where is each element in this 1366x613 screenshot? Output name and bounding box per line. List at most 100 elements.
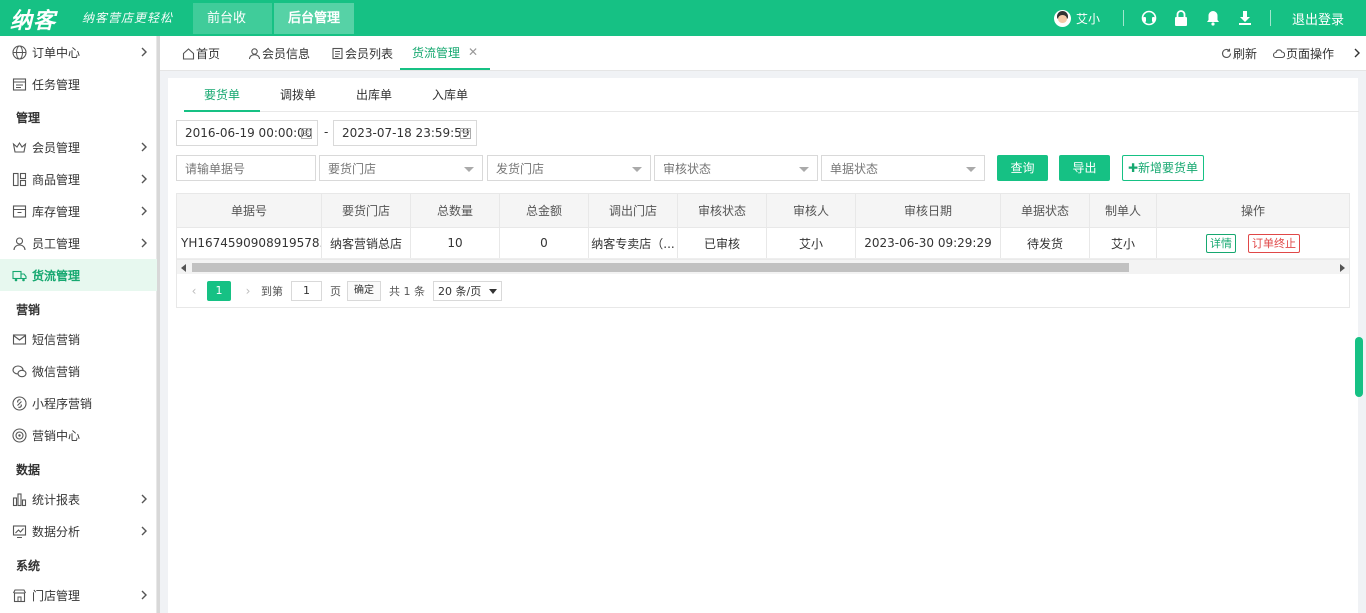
sidebar-item-label: 数据分析 [32, 524, 81, 539]
table-horizontal-scrollbar[interactable] [177, 259, 1349, 274]
tab-member-info[interactable]: 会员信息 [248, 36, 310, 70]
sidebar-item-staff[interactable]: 员工管理 [0, 227, 157, 259]
add-requisition-button[interactable]: ✚新增要货单 [1122, 155, 1204, 181]
top-tab-backend[interactable]: 后台管理 [274, 3, 354, 34]
query-button[interactable]: 查询 [997, 155, 1048, 181]
sidebar-item-label: 库存管理 [32, 204, 81, 219]
page-tab-bar: 首页 会员信息 会员列表 货流管理 ✕ 刷新 页面操作 [160, 36, 1366, 71]
pagination: ‹ 1 › 到第 1 页 确定 共 1 条 20 条/页 [177, 275, 1349, 307]
sidebar-item-inventory[interactable]: 库存管理 [0, 195, 157, 227]
sidebar-group-marketing: 营销 [16, 303, 41, 317]
col-audit-status: 审核状态 [678, 194, 767, 227]
refresh-button[interactable]: 刷新 [1221, 45, 1257, 62]
cell-doc-status: 待发货 [1001, 228, 1090, 258]
sidebar-item-analysis[interactable]: 数据分析 [0, 515, 157, 547]
chevron-right-icon [141, 142, 147, 152]
cell-auditor: 艾小 [767, 228, 856, 258]
cell-req-store: 纳客营销总店 [322, 228, 411, 258]
tab-home[interactable]: 首页 [182, 36, 220, 70]
col-qty: 总数量 [411, 194, 500, 227]
export-button[interactable]: 导出 [1059, 155, 1110, 181]
user-menu[interactable]: 艾小 [1053, 9, 1100, 27]
sidebar-item-tasks[interactable]: 任务管理 [0, 68, 157, 100]
date-start-input[interactable]: 2016-06-19 00:00:00 [176, 120, 318, 146]
doc-status-select[interactable]: 单据状态 [821, 155, 985, 181]
audit-status-select[interactable]: 审核状态 [654, 155, 818, 181]
sidebar-item-stores[interactable]: 门店管理 [0, 579, 157, 611]
date-start-value: 2016-06-19 00:00:00 [185, 126, 313, 140]
main-content: 要货单 调拨单 出库单 入库单 2016-06-19 00:00:00 - 20… [168, 78, 1359, 613]
chevron-right-icon [141, 174, 147, 184]
sidebar: 订单中心 任务管理 管理 会员管理 商品管理 库存管理 员工管理 货流管理 营销… [0, 36, 157, 613]
date-separator: - [324, 125, 329, 139]
sidebar-item-reports[interactable]: 统计报表 [0, 483, 157, 515]
prev-page-icon[interactable]: ‹ [187, 284, 201, 298]
sidebar-item-products[interactable]: 商品管理 [0, 163, 157, 195]
sidebar-item-orders[interactable]: 订单中心 [0, 36, 157, 68]
current-page[interactable]: 1 [207, 281, 231, 301]
sidebar-item-miniprogram[interactable]: 小程序营销 [0, 387, 157, 419]
sidebar-item-sms[interactable]: 短信营销 [0, 323, 157, 355]
download-icon[interactable] [1237, 10, 1253, 26]
page-input[interactable]: 1 [291, 281, 322, 301]
logout-button[interactable]: 退出登录 [1292, 9, 1344, 28]
order-no-placeholder: 请输单据号 [185, 161, 246, 176]
date-end-value: 2023-07-18 23:59:59 [342, 126, 470, 140]
close-icon[interactable]: ✕ [468, 45, 478, 59]
subtab-outbound[interactable]: 出库单 [336, 80, 412, 112]
doc-status-placeholder: 单据状态 [830, 161, 879, 176]
calendar-icon [301, 128, 312, 139]
scroll-thumb[interactable] [192, 263, 1129, 272]
chevron-right-icon[interactable] [1350, 46, 1364, 60]
page-scrollbar[interactable] [1355, 337, 1363, 397]
sidebar-item-logistics[interactable]: 货流管理 [0, 259, 157, 291]
subtab-transfer[interactable]: 调拨单 [260, 80, 336, 112]
top-tab-cashier[interactable]: 前台收银 [193, 3, 272, 57]
caret-down-icon [799, 167, 809, 172]
sidebar-item-label: 商品管理 [32, 172, 81, 187]
sidebar-group-manage: 管理 [16, 111, 41, 125]
chevron-right-icon [141, 526, 147, 536]
scroll-left-icon[interactable] [181, 264, 186, 272]
sidebar-item-marketing-center[interactable]: 营销中心 [0, 419, 157, 451]
sidebar-scrollbar[interactable] [157, 36, 160, 613]
person-icon [12, 236, 27, 251]
user-name: 艾小 [1075, 11, 1100, 26]
detail-button[interactable]: 详情 [1206, 233, 1236, 253]
sidebar-item-label: 营销中心 [32, 428, 81, 443]
page-size-select[interactable]: 20 条/页 [433, 281, 503, 301]
send-store-placeholder: 发货门店 [496, 161, 545, 176]
send-store-select[interactable]: 发货门店 [487, 155, 651, 181]
avatar [1053, 9, 1071, 27]
col-req-store: 要货门店 [322, 194, 411, 227]
tab-logistics[interactable]: 货流管理 ✕ [400, 36, 491, 70]
date-end-input[interactable]: 2023-07-18 23:59:59 [333, 120, 477, 146]
order-no-input[interactable]: 请输单据号 [176, 155, 316, 181]
col-doc-status: 单据状态 [1001, 194, 1090, 227]
sidebar-item-label: 订单中心 [32, 45, 81, 60]
sidebar-item-label: 小程序营销 [32, 396, 93, 411]
page-ops-button[interactable]: 页面操作 [1272, 45, 1334, 62]
col-actions: 操作 [1240, 204, 1265, 218]
tab-label: 货流管理 [412, 45, 461, 60]
sidebar-item-wechat[interactable]: 微信营销 [0, 355, 157, 387]
scroll-right-icon[interactable] [1340, 264, 1345, 272]
terminate-order-button[interactable]: 订单终止 [1248, 233, 1300, 253]
confirm-page-button[interactable]: 确定 [347, 281, 381, 301]
bell-icon[interactable] [1205, 10, 1221, 26]
cell-actions: 详情 订单终止 [1157, 228, 1349, 258]
col-audit-date: 审核日期 [856, 194, 1001, 227]
subtab-inbound[interactable]: 入库单 [412, 80, 488, 112]
tab-member-list[interactable]: 会员列表 [331, 36, 393, 70]
sidebar-item-label: 货流管理 [32, 268, 81, 283]
headset-icon[interactable] [1141, 10, 1157, 26]
lock-icon[interactable] [1173, 10, 1189, 26]
link-icon [12, 395, 27, 411]
next-page-icon[interactable]: › [241, 284, 255, 298]
req-store-select[interactable]: 要货门店 [319, 155, 483, 181]
cell-amount: 0 [500, 228, 589, 258]
refresh-icon [1221, 48, 1232, 58]
page-unit: 页 [330, 285, 341, 298]
sidebar-item-members[interactable]: 会员管理 [0, 131, 157, 163]
subtab-requisition[interactable]: 要货单 [184, 80, 260, 112]
